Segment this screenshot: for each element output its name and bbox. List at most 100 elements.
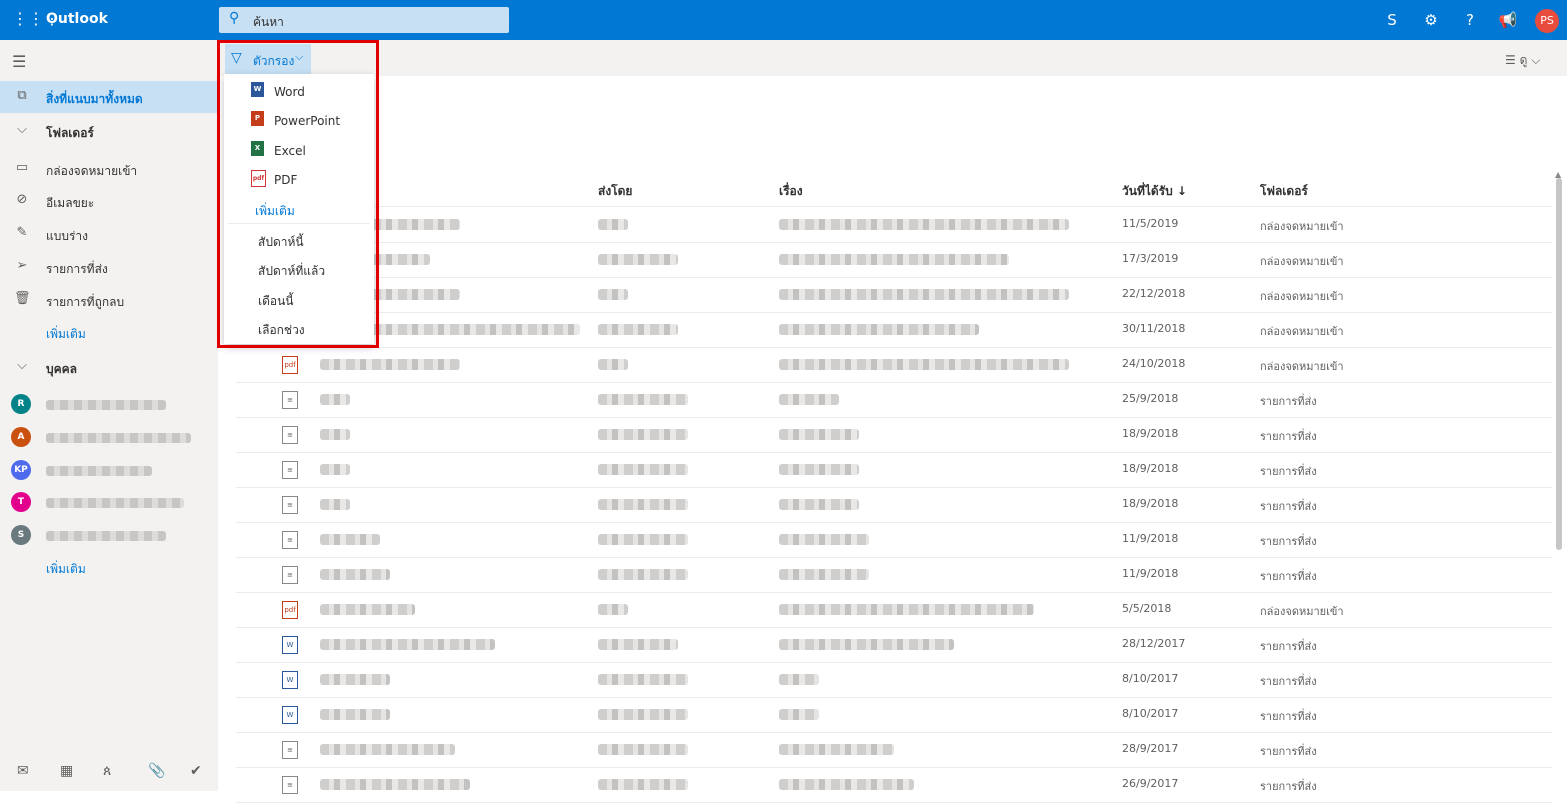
folder-name: รายการที่ส่ง: [1260, 570, 1317, 583]
search-input[interactable]: ค้นหา: [253, 13, 284, 32]
folder-name: รายการที่ส่ง: [1260, 465, 1317, 478]
attachment-name-blurred: [320, 674, 390, 685]
attachment-name-blurred: [320, 429, 350, 440]
person-item[interactable]: A: [0, 422, 218, 452]
person-item[interactable]: R: [0, 389, 218, 419]
filter-option-powerpoint[interactable]: P PowerPoint: [224, 105, 374, 134]
attachment-name-blurred: [320, 639, 495, 650]
top-bar: ⋮⋮⋮ Outlook ⚲ ค้นหา S ⚙ ? 📢 PS: [0, 0, 1567, 40]
calendar-icon[interactable]: ▦: [60, 763, 73, 779]
attachment-name-blurred: [320, 744, 455, 755]
attachment-name-blurred: [320, 464, 350, 475]
app-name[interactable]: Outlook: [46, 11, 108, 27]
chevron-down-icon: ⌵: [1531, 53, 1541, 67]
person-item[interactable]: KP: [0, 455, 218, 485]
person-item[interactable]: T: [0, 487, 218, 517]
sidebar-item-sent[interactable]: ➢ รายการที่ส่ง: [0, 251, 218, 283]
help-icon[interactable]: ?: [1459, 9, 1481, 31]
sender-blurred: [598, 394, 688, 405]
sidebar-item-all-attachments[interactable]: ⧉ สิ่งที่แนบมาทั้งหมด: [0, 81, 218, 113]
file-icon: ≡: [282, 496, 298, 514]
column-header-folder[interactable]: โฟลเดอร์: [1260, 182, 1308, 201]
filter-option-this-week[interactable]: สัปดาห์นี้: [224, 224, 374, 253]
table-row[interactable]: ≡ 18/9/2018 รายการที่ส่ง: [236, 417, 1552, 453]
table-row[interactable]: ≡ 18/9/2018 รายการที่ส่ง: [236, 487, 1552, 523]
app-launcher-icon[interactable]: ⋮⋮⋮: [12, 10, 60, 28]
filter-option-last-week[interactable]: สัปดาห์ที่แล้ว: [224, 253, 374, 282]
filter-option-excel[interactable]: X Excel: [224, 135, 374, 164]
table-row[interactable]: pdf 5/5/2018 กล่องจดหมายเข้า: [236, 592, 1552, 628]
sidebar-item-deleted[interactable]: 🗑 รายการที่ถูกลบ: [0, 284, 218, 316]
attachment-name-blurred: [320, 499, 350, 510]
more-folders-link[interactable]: เพิ่มเติม: [46, 325, 86, 344]
view-lines-icon: ☰: [1505, 53, 1516, 67]
folder-name: รายการที่ส่ง: [1260, 675, 1317, 688]
more-people-link[interactable]: เพิ่มเติม: [46, 560, 86, 579]
table-row[interactable]: pdf17/3/2019กล่องจดหมายเข้า: [236, 242, 1552, 278]
column-header-sent-by[interactable]: ส่งโดย: [598, 182, 632, 201]
people-icon[interactable]: ጰ: [103, 763, 111, 779]
skype-icon[interactable]: S: [1381, 9, 1403, 31]
sidebar-item-drafts[interactable]: ✎ แบบร่าง: [0, 218, 218, 250]
column-header-subject[interactable]: เรื่อง: [779, 182, 803, 201]
date-received: 28/12/2017: [1122, 637, 1186, 650]
folder-name: รายการที่ส่ง: [1260, 780, 1317, 793]
table-row[interactable]: ≡ 11/9/2018 รายการที่ส่ง: [236, 557, 1552, 593]
table-row[interactable]: pdf11/5/2019กล่องจดหมายเข้า: [236, 207, 1552, 243]
filter-option-label: เดือนนี้: [258, 294, 294, 308]
sidebar-item-inbox[interactable]: ▭ กล่องจดหมายเข้า: [0, 153, 218, 185]
attachment-name-blurred: [320, 569, 390, 580]
filter-option-this-month[interactable]: เดือนนี้: [224, 283, 374, 312]
person-item[interactable]: S: [0, 520, 218, 550]
filter-option-label: PowerPoint: [274, 114, 341, 128]
sidebar-folders-header[interactable]: ⌵ โฟลเดอร์: [0, 115, 218, 147]
table-row[interactable]: W 8/10/2017 รายการที่ส่ง: [236, 662, 1552, 698]
view-button[interactable]: ☰ ดู ⌵: [1505, 51, 1540, 70]
scrollbar[interactable]: [1556, 178, 1562, 550]
avatar: A: [11, 427, 31, 447]
folder-name: กล่องจดหมายเข้า: [1260, 255, 1344, 268]
table-row[interactable]: W 8/10/2017 รายการที่ส่ง: [236, 697, 1552, 733]
table-row[interactable]: W 28/12/2017 รายการที่ส่ง: [236, 627, 1552, 663]
table-row[interactable]: ≡ 18/9/2018 รายการที่ส่ง: [236, 452, 1552, 488]
table-row[interactable]: ≡ 25/9/2018 รายการที่ส่ง: [236, 382, 1552, 418]
filter-option-pdf[interactable]: pdf PDF: [224, 164, 374, 193]
date-received: 18/9/2018: [1122, 427, 1179, 440]
feedback-icon[interactable]: 📢: [1497, 9, 1519, 31]
sidebar-item-junk[interactable]: ⊘ อีเมลขยะ: [0, 185, 218, 217]
pdf-file-icon: pdf: [282, 356, 298, 374]
date-received: 30/11/2018: [1122, 322, 1186, 335]
send-icon: ➢: [16, 258, 28, 273]
table-row[interactable]: ≡ 26/9/2017 รายการที่ส่ง: [236, 767, 1552, 803]
pdf-file-icon: pdf: [282, 601, 298, 619]
search-box[interactable]: ⚲ ค้นหา: [219, 7, 509, 33]
filter-more-link[interactable]: เพิ่มเติม: [255, 202, 295, 221]
table-row[interactable]: pdf30/11/2018กล่องจดหมายเข้า: [236, 312, 1552, 348]
folder-name: กล่องจดหมายเข้า: [1260, 605, 1344, 618]
filter-button[interactable]: ▽ ตัวกรอง ⌵: [225, 44, 311, 74]
subject-blurred: [779, 674, 819, 685]
filter-option-word[interactable]: W Word: [224, 76, 374, 105]
sidebar-people-header[interactable]: ⌵ บุคคล: [0, 351, 218, 383]
sender-blurred: [598, 289, 628, 300]
paperclip-icon[interactable]: 📎: [148, 763, 165, 779]
view-label: ดู: [1519, 53, 1528, 67]
sidebar-item-label: กล่องจดหมายเข้า: [46, 164, 138, 178]
user-avatar[interactable]: PS: [1535, 9, 1559, 33]
column-header-date[interactable]: วันที่ได้รับ ↓: [1122, 182, 1187, 201]
person-name-blurred: [46, 400, 166, 410]
mail-icon[interactable]: ✉: [17, 763, 29, 779]
filter-option-pick-range[interactable]: เลือกช่วง: [224, 312, 374, 341]
table-row[interactable]: pdf 24/10/2018 กล่องจดหมายเข้า: [236, 347, 1552, 383]
sender-blurred: [598, 464, 688, 475]
table-row[interactable]: ≡ 11/9/2018 รายการที่ส่ง: [236, 522, 1552, 558]
hamburger-icon[interactable]: ☰: [12, 52, 26, 71]
word-file-icon: W: [282, 671, 298, 689]
gear-icon[interactable]: ⚙: [1420, 9, 1442, 31]
date-received: 18/9/2018: [1122, 497, 1179, 510]
table-row[interactable]: ≡ 28/9/2017 รายการที่ส่ง: [236, 732, 1552, 768]
tasks-icon[interactable]: ✔: [190, 763, 202, 779]
file-icon: ≡: [282, 391, 298, 409]
filter-icon: ▽: [231, 50, 242, 66]
table-row[interactable]: pdf22/12/2018กล่องจดหมายเข้า: [236, 277, 1552, 313]
